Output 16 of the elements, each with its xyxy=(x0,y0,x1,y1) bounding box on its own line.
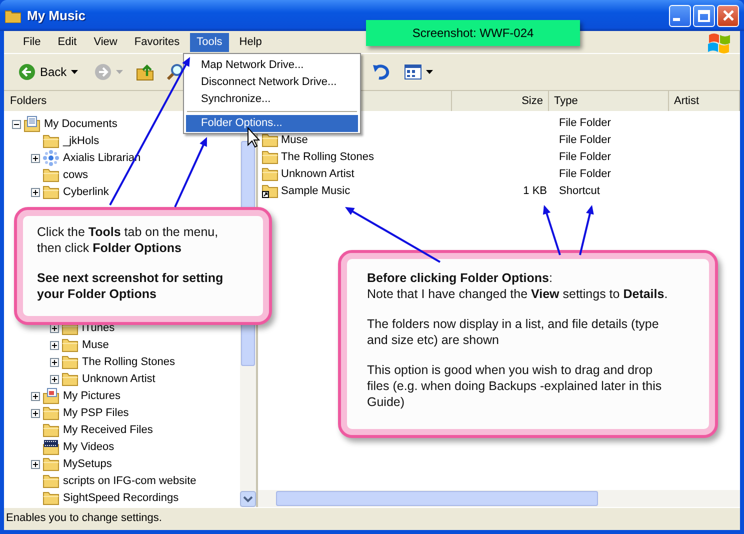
file-size: 1 KB xyxy=(523,185,547,198)
screenshot-label: Screenshot: WWF-024 xyxy=(366,20,580,46)
file-type: File Folder xyxy=(559,151,611,164)
callout-text: Click the Tools tab on the menu, then click Folder Options xyxy=(37,224,220,256)
status-bar: Enables you to change settings. xyxy=(4,507,740,530)
folders-pane-header: Folders xyxy=(10,94,47,107)
file-type: Shortcut xyxy=(559,185,600,198)
window-title: My Music xyxy=(27,8,86,23)
file-type: File Folder xyxy=(559,134,611,146)
callout-text: See next screenshot for setting your Folder Options xyxy=(37,270,224,302)
callout-text: This option is good when you wish to drag and drop files (e.g. when doing Backups -explained later in this Guide) xyxy=(367,362,663,410)
callout-text: Note that I have changed the View settings to Details. xyxy=(367,286,669,302)
file-type: File Folder xyxy=(559,168,611,180)
file-type: File Folder xyxy=(559,117,611,130)
callout-text: Before clicking Folder Options: xyxy=(367,270,554,286)
callout-text: The folders now display in a list, and file details (type and size etc) are shown xyxy=(367,316,660,348)
